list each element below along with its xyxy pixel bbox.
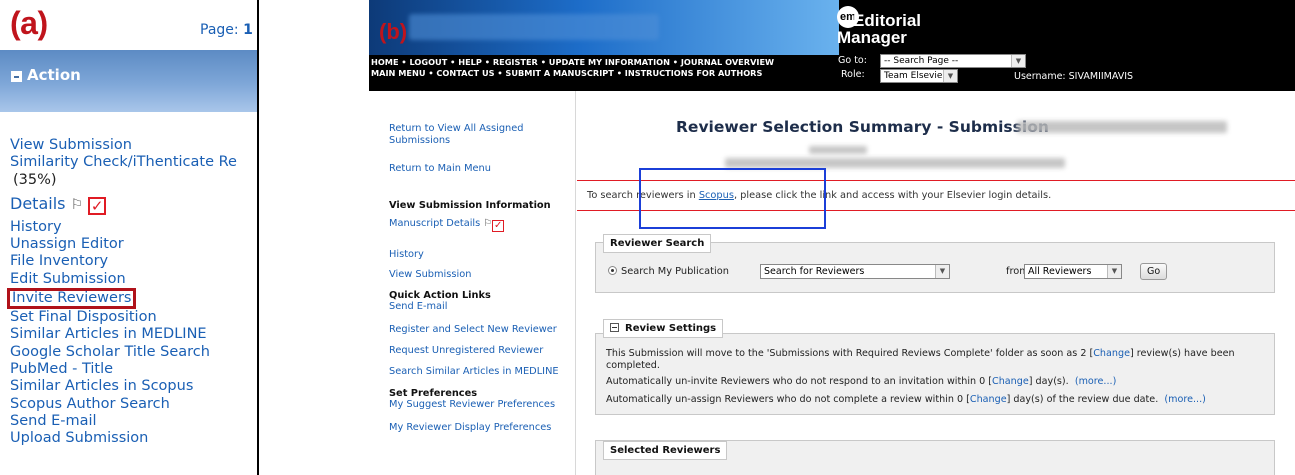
view-submission-info-heading: View Submission Information [389,200,551,211]
flag-icon: ⚐ [70,196,84,213]
panel-divider [257,0,259,475]
search-my-publication-label: Search My Publication [621,266,729,277]
history-link[interactable]: History [389,249,424,261]
details-row: Details ⚐ ✓ [10,194,260,215]
collapse-icon[interactable] [610,323,619,332]
change-link[interactable]: Change [970,394,1007,405]
chevron-down-icon: ▼ [935,265,949,278]
return-assigned-link[interactable]: Return to View All Assigned Submissions [389,123,524,147]
invite-reviewers-link[interactable]: Invite Reviewers [7,288,137,310]
redacted-article-title [725,158,1065,168]
request-unregistered-link[interactable]: Request Unregistered Reviewer [389,345,543,357]
view-submission-link[interactable]: View Submission [389,269,471,281]
collapse-icon[interactable] [11,71,22,82]
edit-submission-link[interactable]: Edit Submission [10,271,260,288]
chevron-down-icon: ▼ [943,70,957,82]
history-link[interactable]: History [10,219,260,236]
send-email-link[interactable]: Send E-mail [389,301,448,313]
settings-line-1-cont: completed. [606,360,660,371]
details-link[interactable]: Details [10,194,65,213]
checkbox-checked-icon[interactable]: ✓ [88,196,107,215]
scopus-author-link[interactable]: Scopus Author Search [10,396,260,413]
action-menu: View Submission Similarity Check/iThenti… [7,137,260,447]
change-link[interactable]: Change [992,376,1029,387]
role-label: Role: [841,69,865,80]
google-scholar-link[interactable]: Google Scholar Title Search [10,344,260,361]
set-final-disposition-link[interactable]: Set Final Disposition [10,309,260,326]
similar-scopus-link[interactable]: Similar Articles in Scopus [10,378,260,395]
search-my-publication-radio[interactable]: Search My Publication [608,266,729,277]
pubmed-title-link[interactable]: PubMed - Title [10,361,260,378]
review-settings-legend[interactable]: Review Settings [603,319,724,338]
reviewer-search-legend: Reviewer Search [603,234,712,253]
similar-medline-link[interactable]: Similar Articles in MEDLINE [10,326,260,343]
unassign-editor-link[interactable]: Unassign Editor [10,236,260,253]
page-number: 1 [243,22,253,38]
nav-line-1[interactable]: HOME • LOGOUT • HELP • REGISTER • UPDATE… [371,57,774,68]
more-link[interactable]: (more...) [1164,394,1206,405]
annotation-highlight-box [639,168,826,229]
search-type-select[interactable]: Search for Reviewers ▼ [760,264,950,279]
page-indicator: Page: 1 [200,22,253,38]
editorial-manager-logo: em Editorial Manager [837,6,921,47]
upload-submission-link[interactable]: Upload Submission [10,430,260,447]
from-select[interactable]: All Reviewers ▼ [1024,264,1122,279]
send-email-link[interactable]: Send E-mail [10,413,260,430]
goto-select-value: -- Search Page -- [884,56,959,66]
chevron-down-icon: ▼ [1011,55,1025,67]
page-prefix: Page: [200,22,244,38]
journal-banner [369,0,839,55]
review-settings-label: Review Settings [625,323,717,334]
chevron-down-icon: ▼ [1107,265,1121,278]
goto-select[interactable]: -- Search Page -- ▼ [880,54,1026,68]
role-select-value: Team Elsevier [884,71,947,81]
page-title: Reviewer Selection Summary - Submission [676,118,1049,136]
display-prefs-link[interactable]: My Reviewer Display Preferences [389,422,551,434]
top-nav: HOME • LOGOUT • HELP • REGISTER • UPDATE… [371,57,774,78]
logo-line2: Manager [837,28,907,47]
panel-a-label: (a) [10,5,48,41]
redacted-text [809,146,867,154]
goto-label: Go to: [838,55,867,66]
main-content: Reviewer Selection Summary - Submission … [577,91,1295,475]
change-link[interactable]: Change [1093,348,1130,359]
radio-selected-icon [608,266,617,275]
redacted-submission-id [1017,121,1227,133]
manuscript-details-link[interactable]: Manuscript Details [389,218,480,229]
selected-reviewers-legend: Selected Reviewers [603,441,728,460]
similarity-percentage: (35%) [13,171,57,188]
return-main-menu-link[interactable]: Return to Main Menu [389,163,491,175]
checkbox-checked-icon[interactable]: ✓ [492,220,505,232]
panel-a: (a) Page: 1 Action View Submission Simil… [0,0,262,475]
similarity-check-link[interactable]: Similarity Check/iThenticate Re [10,154,260,171]
panel-b-label: (b) [379,19,408,44]
review-settings-section: This Submission will move to the 'Submis… [595,333,1275,415]
panel-b: (b) em Editorial Manager HOME • LOGOUT •… [369,0,1295,475]
search-type-value: Search for Reviewers [764,266,865,277]
go-button[interactable]: Go [1140,263,1168,280]
settings-line-3: Automatically un-assign Reviewers who do… [606,394,1206,405]
action-title: Action [27,66,81,84]
search-similar-medline-link[interactable]: Search Similar Articles in MEDLINE [389,366,559,378]
view-submission-link[interactable]: View Submission [10,137,260,154]
more-link[interactable]: (more...) [1075,376,1117,387]
left-sidebar: Return to View All Assigned Submissions R… [369,91,576,475]
flag-icon: ⚐ [483,218,493,229]
settings-line-2: Automatically un-invite Reviewers who do… [606,376,1117,387]
settings-line-1: This Submission will move to the 'Submis… [606,348,1235,359]
suggest-prefs-link[interactable]: My Suggest Reviewer Preferences [389,399,555,411]
register-select-reviewer-link[interactable]: Register and Select New Reviewer [389,324,557,336]
username-label: Username: SIVAMIIMAVIS [1014,71,1134,82]
from-select-value: All Reviewers [1028,266,1092,277]
role-select[interactable]: Team Elsevier ▼ [880,69,958,83]
manuscript-details-row: Manuscript Details ⚐ ✓ [389,218,505,232]
nav-line-2[interactable]: MAIN MENU • CONTACT US • SUBMIT A MANUSC… [371,68,774,79]
invite-reviewers-row: Invite Reviewers [7,288,260,310]
file-inventory-link[interactable]: File Inventory [10,253,260,270]
action-header: Action [0,50,257,112]
